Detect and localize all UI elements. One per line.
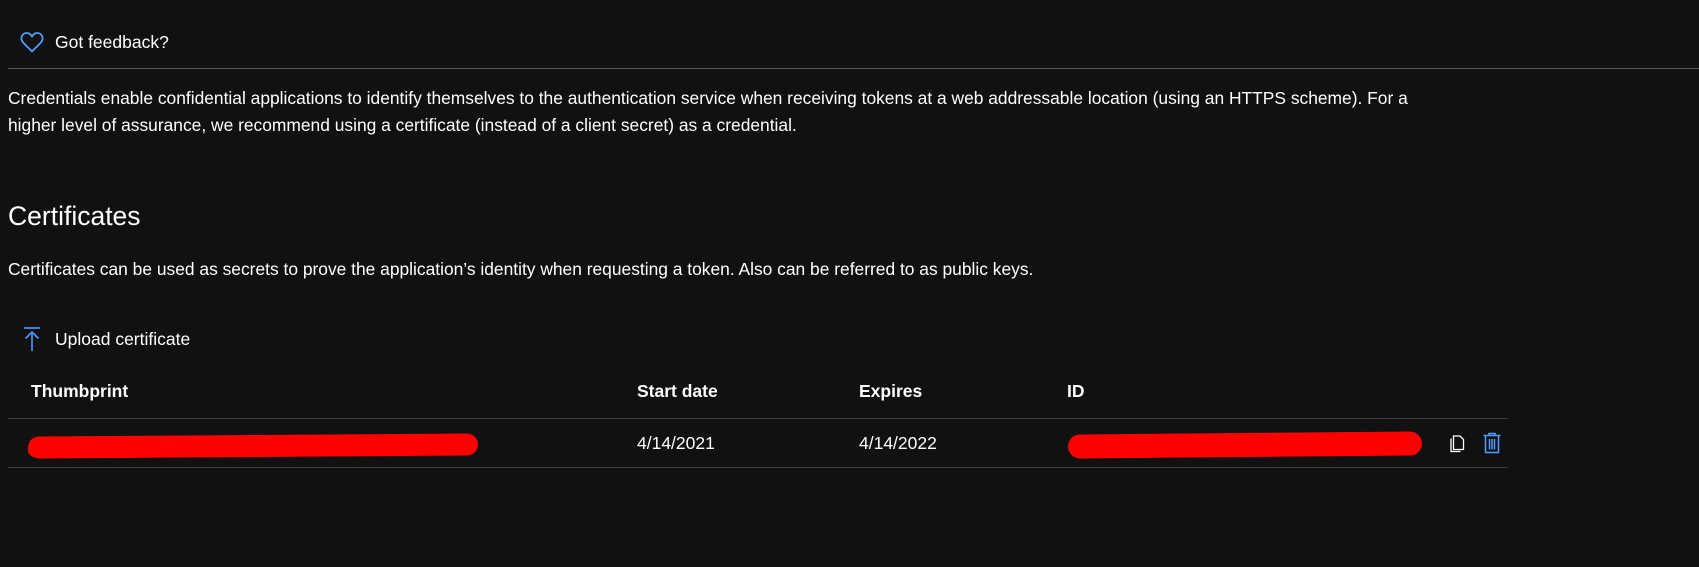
trash-icon xyxy=(1482,432,1502,454)
feedback-button[interactable]: Got feedback? xyxy=(18,26,169,58)
start-date-cell: 4/14/2021 xyxy=(637,433,715,453)
upload-icon xyxy=(18,325,46,353)
column-header-expires: Expires xyxy=(859,381,923,401)
upload-certificate-button[interactable]: Upload certificate xyxy=(18,323,190,355)
copy-button[interactable] xyxy=(1444,430,1470,456)
column-header-id: ID xyxy=(1067,381,1085,401)
certificates-table: Thumbprint Start date Expires ID 4/14/20… xyxy=(8,371,1508,468)
divider xyxy=(8,68,1699,69)
table-row: 4/14/2021 4/14/2022 xyxy=(8,419,1508,468)
id-redaction xyxy=(1067,431,1423,459)
certificates-heading: Certificates xyxy=(8,201,141,231)
expires-cell: 4/14/2022 xyxy=(859,433,937,453)
certificates-description: Certificates can be used as secrets to p… xyxy=(8,259,1034,279)
column-header-thumbprint: Thumbprint xyxy=(31,381,129,401)
column-header-start-date: Start date xyxy=(637,381,718,401)
credentials-description: Credentials enable confidential applicat… xyxy=(8,88,1408,135)
delete-button[interactable] xyxy=(1479,430,1505,456)
feedback-label: Got feedback? xyxy=(55,31,169,52)
copy-icon xyxy=(1448,433,1466,453)
upload-certificate-label: Upload certificate xyxy=(55,328,191,349)
heart-icon xyxy=(18,28,46,56)
thumbprint-redaction-tail xyxy=(28,443,208,457)
table-header: Thumbprint Start date Expires ID xyxy=(8,371,1508,419)
